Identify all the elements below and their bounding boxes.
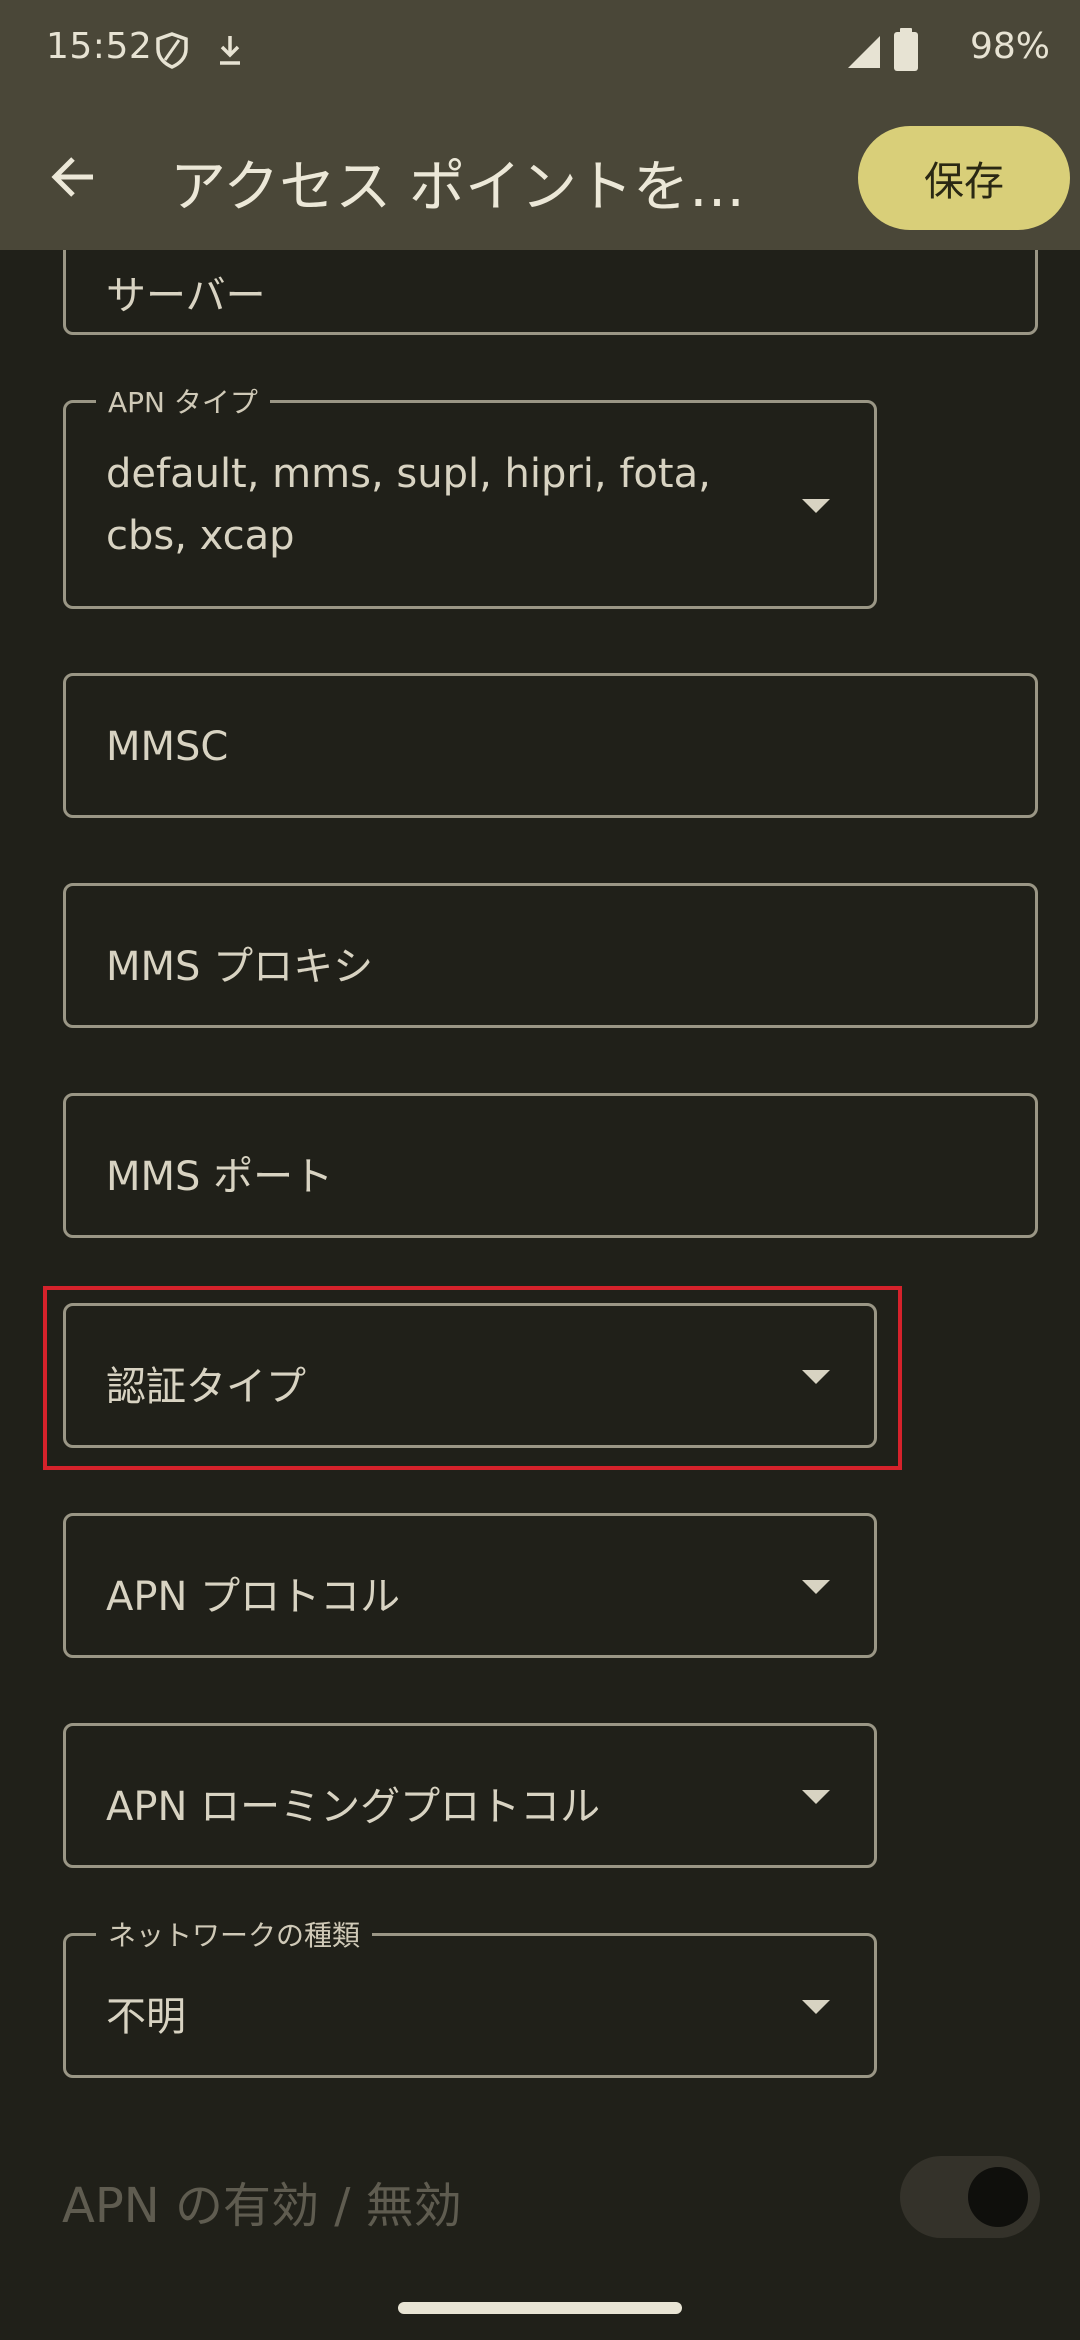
apn-roaming-protocol-dropdown[interactable]: APN ローミングプロトコル: [63, 1723, 877, 1868]
chevron-down-icon: [802, 1789, 830, 1804]
auth-type-value: 認証タイプ: [106, 1364, 306, 1410]
apn-form: サーバー APN タイプ default, mms, supl, hipri, …: [0, 250, 1080, 2340]
network-type-dropdown[interactable]: ネットワークの種類 不明: [63, 1914, 877, 2078]
network-type-value: 不明: [106, 1994, 186, 2040]
page-title: アクセス ポイントを…: [170, 155, 746, 220]
battery-percentage: 98%: [969, 26, 1050, 67]
server-field[interactable]: サーバー: [63, 250, 1038, 335]
status-time: 15:52: [46, 26, 153, 67]
chevron-down-icon: [802, 1369, 830, 1384]
save-button[interactable]: 保存: [858, 126, 1070, 230]
mms-port-field[interactable]: MMS ポート: [63, 1093, 1038, 1238]
download-icon: [220, 36, 240, 65]
back-arrow-icon: [51, 157, 93, 197]
status-bar: 15:52 98%: [0, 0, 1080, 102]
mmsc-field-value: MMSC: [106, 724, 229, 770]
mms-proxy-field[interactable]: MMS プロキシ: [63, 883, 1038, 1028]
app-bar: アクセス ポイントを… 保存: [0, 102, 1080, 250]
apn-type-value: default, mms, supl, hipri, fota, cbs, xc…: [106, 451, 711, 559]
apn-enable-label: APN の有効 / 無効: [62, 2178, 462, 2234]
apn-type-dropdown[interactable]: APN タイプ default, mms, supl, hipri, fota,…: [63, 381, 877, 609]
gesture-nav-bar[interactable]: [398, 2302, 682, 2314]
apn-roaming-protocol-value: APN ローミングプロトコル: [106, 1784, 601, 1830]
server-field-value: サーバー: [106, 273, 266, 319]
apn-protocol-dropdown[interactable]: APN プロトコル: [63, 1513, 877, 1658]
chevron-down-icon: [802, 1579, 830, 1594]
mms-proxy-field-value: MMS プロキシ: [106, 944, 374, 990]
back-button[interactable]: [36, 140, 110, 214]
mmsc-field[interactable]: MMSC: [63, 673, 1038, 818]
apn-type-label: APN タイプ: [96, 381, 270, 421]
apn-protocol-value: APN プロトコル: [106, 1574, 401, 1620]
apn-enable-toggle[interactable]: [900, 2156, 1040, 2238]
battery-icon: [894, 28, 918, 71]
cellular-signal-icon: [848, 36, 880, 68]
chevron-down-icon: [802, 498, 830, 513]
vpn-shield-icon: [156, 32, 188, 69]
auth-type-dropdown[interactable]: 認証タイプ: [63, 1303, 877, 1448]
network-type-label: ネットワークの種類: [96, 1914, 373, 1954]
toggle-thumb: [968, 2167, 1028, 2227]
mms-port-field-value: MMS ポート: [106, 1154, 334, 1200]
chevron-down-icon: [802, 1999, 830, 2014]
